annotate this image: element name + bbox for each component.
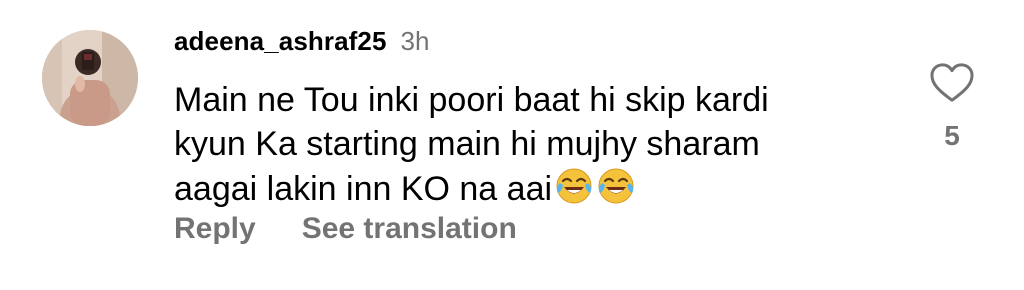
reply-button[interactable]: Reply [174, 212, 256, 246]
username-link[interactable]: adeena_ashraf25 [174, 26, 387, 57]
face-with-tears-of-joy-icon [556, 168, 592, 204]
comment-actions: Reply See translation [174, 212, 517, 246]
like-count: 5 [944, 120, 960, 151]
timestamp: 3h [400, 26, 430, 56]
avatar[interactable] [42, 30, 138, 126]
comment-header: adeena_ashraf25 3h [174, 26, 429, 60]
like-section: 5 [924, 62, 980, 152]
face-with-tears-of-joy-icon [598, 168, 634, 204]
comment-text-line-3: aagai lakin inn KO na aai [174, 170, 553, 208]
comment-item: adeena_ashraf25 3h Main ne Tou inki poor… [0, 0, 1024, 290]
heart-outline-icon[interactable] [929, 62, 975, 104]
comment-text-line-1: Main ne Tou inki poori baat hi skip kard… [174, 81, 769, 119]
avatar-photo [42, 30, 138, 126]
comment-text: Main ne Tou inki poori baat hi skip kard… [174, 78, 864, 211]
see-translation-button[interactable]: See translation [302, 212, 517, 246]
comment-text-line-2: kyun Ka starting main hi mujhy sharam [174, 125, 760, 163]
